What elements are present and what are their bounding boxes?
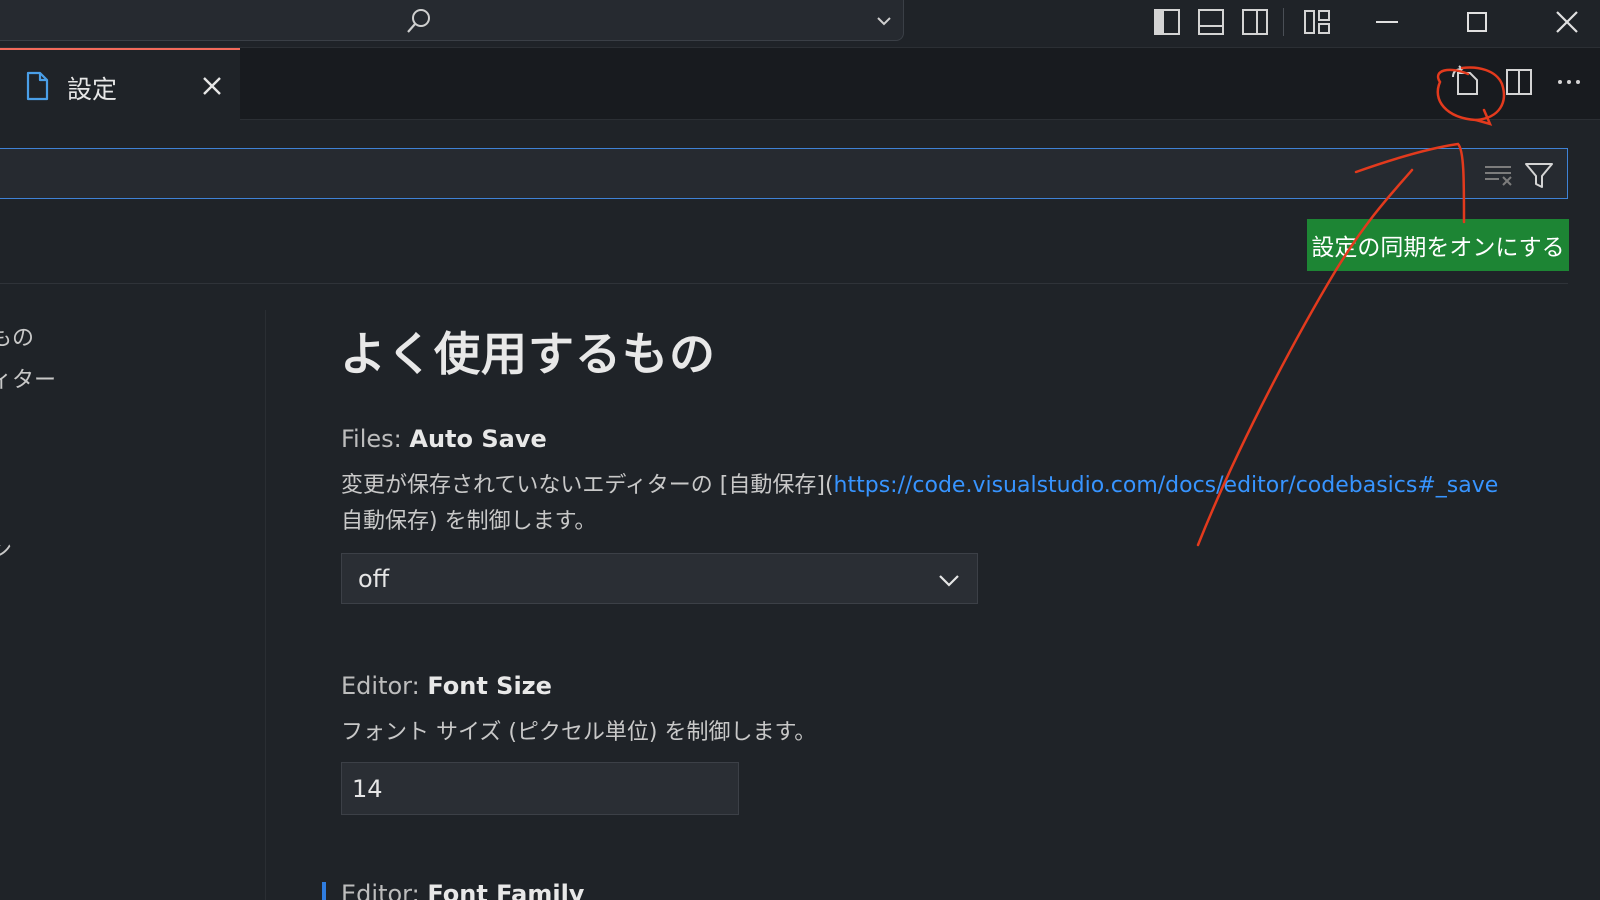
setting-name: Font Family: [427, 880, 585, 900]
settings-window: 設定 設定の同期をオンにする もの ィター ン よく使用するもの Files: …: [0, 0, 1600, 900]
dropdown-value: off: [358, 565, 390, 593]
sync-settings-icon[interactable]: [1450, 65, 1484, 99]
command-center[interactable]: [0, 0, 904, 41]
header-divider: [0, 283, 1568, 284]
tab-settings[interactable]: 設定: [0, 48, 240, 120]
chevron-down-icon[interactable]: [873, 10, 895, 32]
font-size-input[interactable]: [341, 762, 739, 815]
toc-item[interactable]: もの: [0, 320, 34, 352]
toc-item[interactable]: ィター: [0, 362, 56, 394]
tab-label: 設定: [67, 75, 118, 104]
more-actions-icon[interactable]: [1552, 65, 1586, 99]
close-icon[interactable]: [198, 72, 226, 100]
setting-title-font-family: Editor: Font Family: [341, 880, 584, 900]
focus-indicator: [322, 882, 326, 900]
editor-tab-strip: 設定: [0, 48, 1600, 120]
settings-search-box: [0, 148, 1568, 199]
title-bar: [0, 0, 1600, 48]
close-icon[interactable]: [1550, 5, 1584, 39]
docs-link[interactable]: https://code.visualstudio.com/docs/edito…: [834, 473, 1499, 498]
chevron-down-icon: [939, 575, 959, 587]
filter-icon[interactable]: [1523, 159, 1555, 191]
toggle-primary-sidebar-icon[interactable]: [1150, 5, 1184, 39]
setting-name: Font Size: [427, 672, 552, 700]
auto-save-dropdown[interactable]: off: [341, 553, 978, 604]
setting-category: Editor:: [341, 672, 428, 700]
toggle-secondary-sidebar-icon[interactable]: [1238, 5, 1272, 39]
setting-title-auto-save: Files: Auto Save: [341, 425, 547, 453]
setting-description: 変更が保存されていないエディターの [自動保存](https://code.vi…: [341, 467, 1498, 499]
customize-layout-icon[interactable]: [1300, 5, 1334, 39]
file-icon: [26, 71, 49, 101]
titlebar-separator: [1283, 8, 1284, 36]
split-editor-icon[interactable]: [1502, 65, 1536, 99]
settings-toc: もの ィター ン: [0, 310, 266, 900]
clear-filter-icon[interactable]: [1483, 159, 1515, 191]
sync-tooltip: 設定の同期をオンにする: [1307, 219, 1569, 271]
toc-item[interactable]: ン: [0, 532, 12, 564]
setting-description-line2: 自動保存) を制御します。: [341, 509, 597, 534]
settings-search-input[interactable]: [9, 157, 1459, 191]
section-title: よく使用するもの: [340, 327, 716, 381]
minimize-icon[interactable]: [1370, 5, 1404, 39]
maximize-icon[interactable]: [1460, 5, 1494, 39]
setting-name: Auto Save: [409, 425, 547, 453]
toggle-panel-icon[interactable]: [1194, 5, 1228, 39]
setting-description: フォント サイズ (ピクセル単位) を制御します。: [341, 720, 817, 745]
setting-category: Files:: [341, 425, 410, 453]
setting-title-font-size: Editor: Font Size: [341, 672, 552, 700]
setting-category: Editor:: [341, 880, 428, 900]
search-icon: [407, 9, 430, 33]
description-text: 変更が保存されていないエディターの [自動保存](: [341, 473, 834, 498]
